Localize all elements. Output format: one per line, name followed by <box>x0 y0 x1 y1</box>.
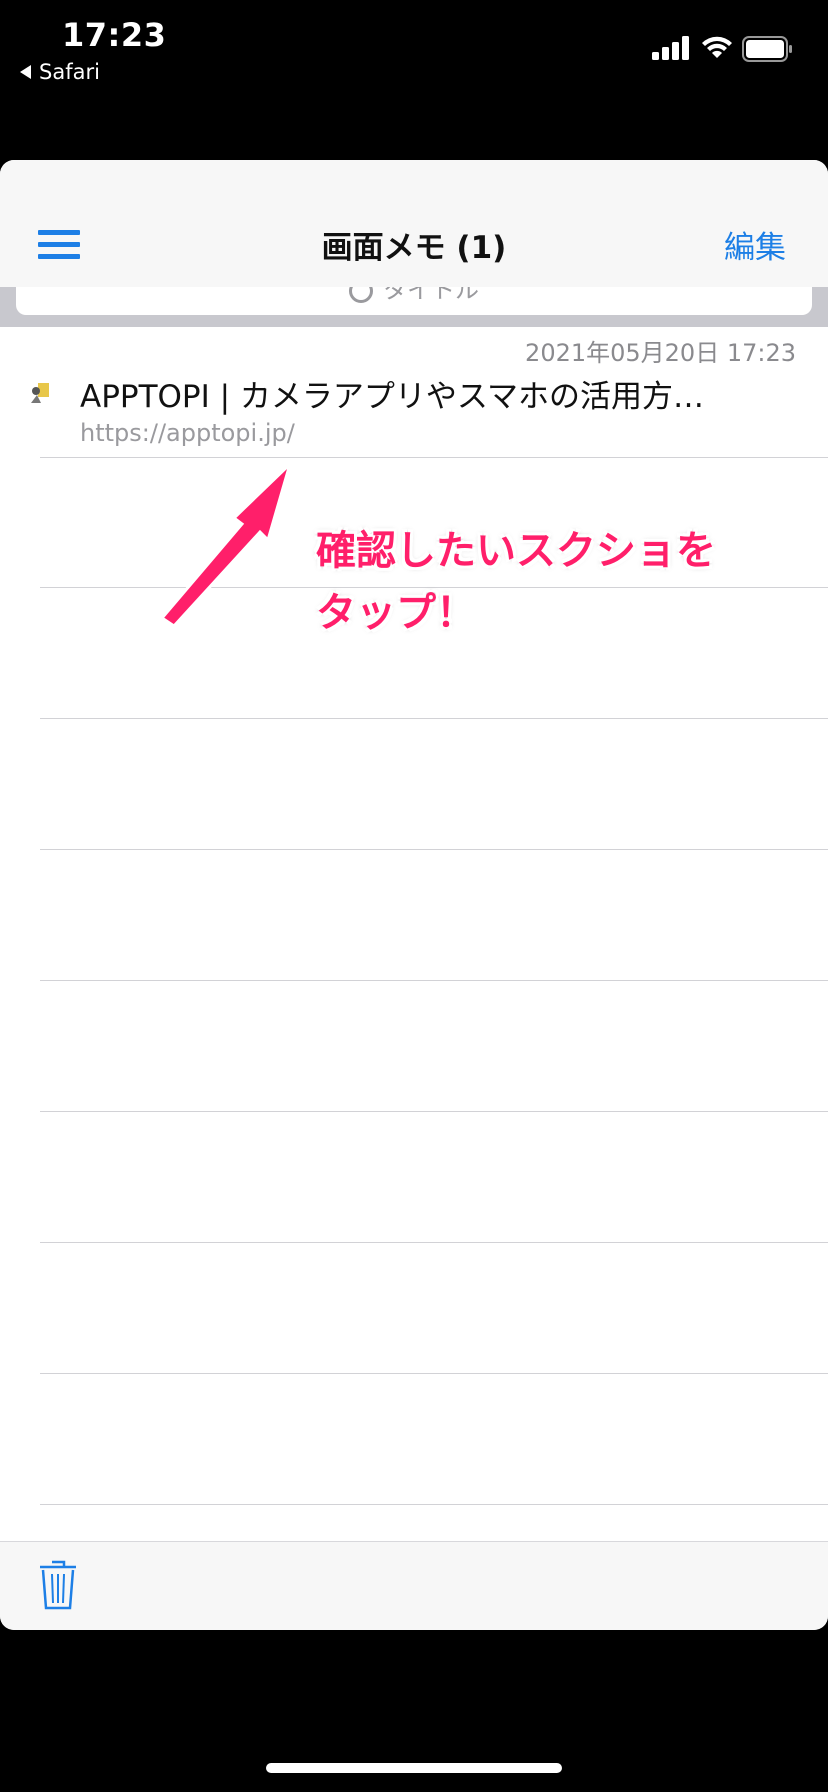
status-time: 17:23 <box>62 16 167 54</box>
wifi-icon <box>702 36 732 58</box>
memo-url: https://apptopi.jp/ <box>80 419 295 447</box>
site-favicon-icon <box>31 383 49 403</box>
empty-row <box>40 719 828 850</box>
empty-row <box>40 1112 828 1243</box>
back-arrow-icon <box>20 65 31 79</box>
status-bar: 17:23 Safari <box>0 0 828 150</box>
search-placeholder: タイトル <box>383 287 479 304</box>
home-indicator[interactable] <box>266 1763 562 1773</box>
annotation-line-1: 確認したいスクショを <box>316 528 716 574</box>
memo-title: APPTOPI | カメラアプリやスマホの活用方… <box>80 379 704 415</box>
search-input[interactable]: タイトル <box>16 287 812 315</box>
back-app-label: Safari <box>39 60 100 84</box>
memo-list: 2021年05月20日 17:23 APPTOPI | カメラアプリやスマホの活… <box>0 327 828 1505</box>
memo-item[interactable]: 2021年05月20日 17:23 APPTOPI | カメラアプリやスマホの活… <box>0 327 828 458</box>
annotation-text: 確認したいスクショを タップ！ <box>316 520 716 644</box>
empty-row <box>40 981 828 1112</box>
search-bar-container: タイトル <box>0 287 828 327</box>
trash-icon[interactable] <box>38 1558 78 1610</box>
annotation-arrow-icon <box>159 459 294 628</box>
back-to-safari-link[interactable]: Safari <box>20 60 100 84</box>
empty-row <box>40 1374 828 1505</box>
annotation-line-2: タップ！ <box>316 590 476 636</box>
battery-icon <box>742 36 792 62</box>
app-sheet: 画面メモ (1) 編集 タイトル 2021年05月20日 17:23 APPTO… <box>0 160 828 1630</box>
cellular-signal-icon <box>652 36 689 60</box>
empty-row <box>40 850 828 981</box>
bottom-toolbar <box>0 1541 828 1630</box>
page-title: 画面メモ (1) <box>321 230 507 266</box>
edit-button[interactable]: 編集 <box>724 222 786 267</box>
memo-date: 2021年05月20日 17:23 <box>525 339 796 367</box>
empty-row <box>40 1243 828 1374</box>
search-icon <box>349 287 373 303</box>
navigation-bar: 画面メモ (1) 編集 <box>0 160 828 288</box>
